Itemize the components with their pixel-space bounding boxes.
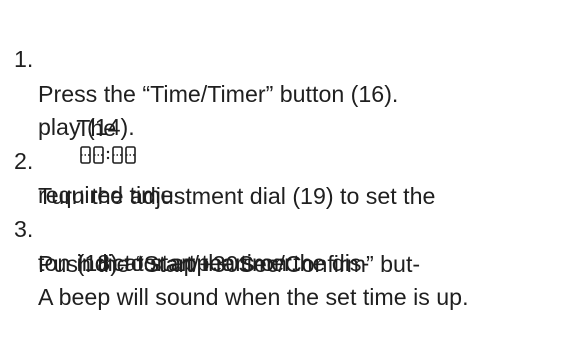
step-3-line-3: A beep will sound when the set time is u… [0,246,469,349]
step-3-text-line-2: ton (18) to start the timer. [38,250,298,277]
lcd-digits-graphic [79,146,136,164]
step-3-text-line-3: A beep will sound when the set time is u… [38,284,469,311]
step-2-text-line-2: required time. [38,182,180,209]
step-1-text-line-3: play (14). [38,114,135,141]
lcd-indicator-icon [79,145,137,165]
instruction-list: 1. Press the “Time/Timer” button (16). T… [0,0,578,310]
